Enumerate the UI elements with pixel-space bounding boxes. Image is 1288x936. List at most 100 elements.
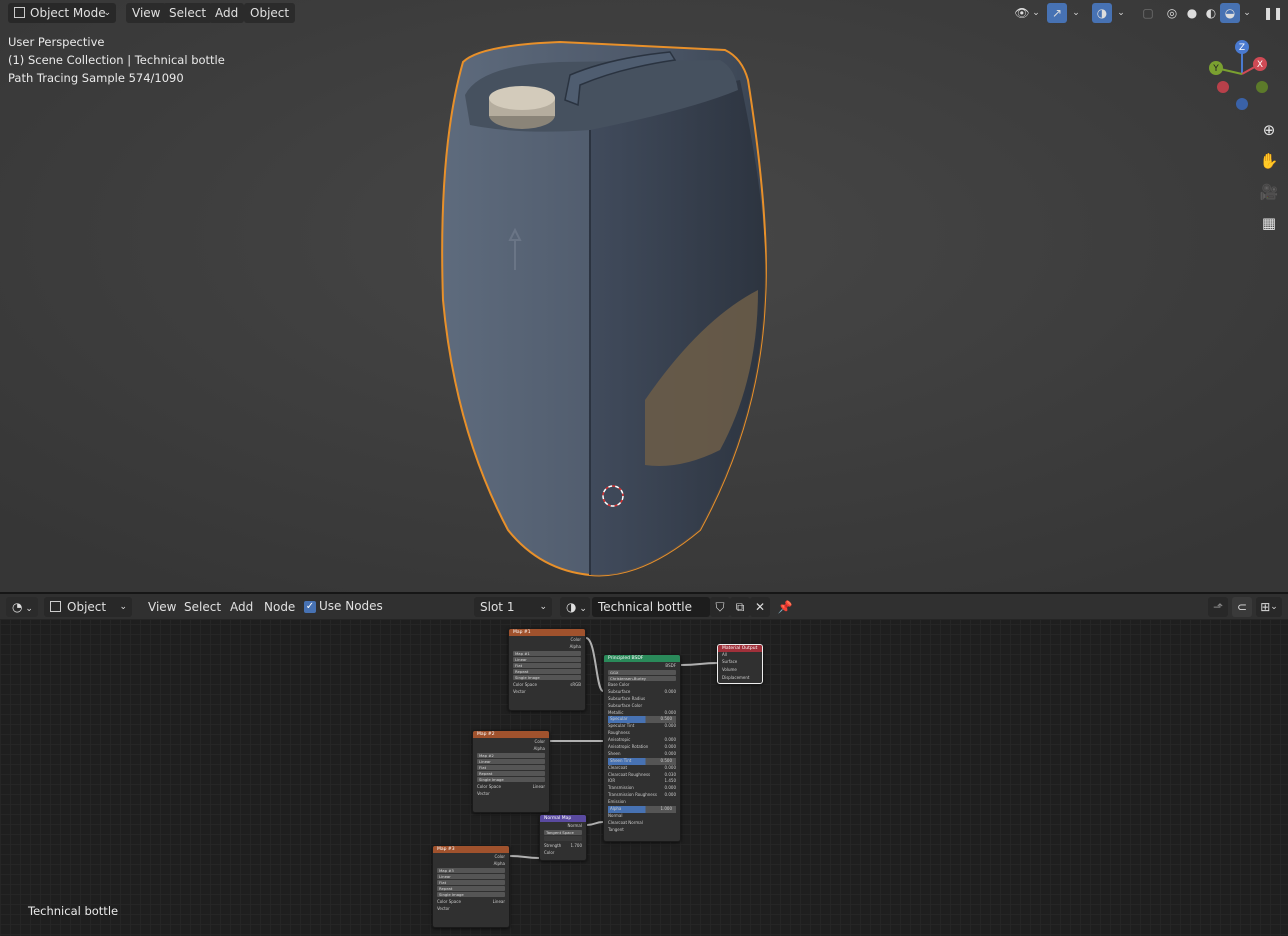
material-shading-icon[interactable]: ◐ (1201, 3, 1221, 23)
bsdf-input-value[interactable]: 0.000 (665, 744, 676, 751)
input-color[interactable]: Color (540, 849, 586, 856)
distribution-dropdown[interactable]: GGX (608, 670, 676, 675)
input-vector[interactable]: Vector (509, 688, 585, 695)
bsdf-input-row[interactable]: Tangent (604, 827, 680, 834)
camera-view-icon[interactable]: 🎥 (1255, 178, 1283, 206)
navigation-gizmo[interactable]: Z X Y (1202, 36, 1282, 116)
shader-node-editor[interactable]: ◔ ⌄ Object ⌄ View Select Add Node ✓ Use N… (0, 594, 1288, 936)
normal-map-node[interactable]: Normal Map Normal Tangent Space Strength… (539, 814, 587, 861)
output-color[interactable]: Color (433, 853, 509, 860)
output-alpha[interactable]: Alpha (433, 860, 509, 867)
bsdf-input-row[interactable]: Subsurface 0.000 (604, 689, 680, 696)
bsdf-input-value[interactable]: 0.000 (665, 689, 676, 696)
interpolation-dropdown[interactable]: Linear (513, 657, 581, 662)
image-texture-node-1[interactable]: Map #1 Color Alpha Map #1 Linear Flat Re… (508, 628, 586, 711)
zoom-icon[interactable]: ⊕ (1255, 116, 1283, 144)
bsdf-input-row[interactable]: Alpha 1.000 (608, 806, 676, 813)
image-field[interactable]: Map #3 (437, 868, 505, 873)
bsdf-input-value[interactable]: 1.000 (661, 806, 672, 813)
projection-dropdown[interactable]: Flat (513, 663, 581, 668)
bsdf-input-row[interactable]: Sheen 0.000 (604, 751, 680, 758)
source-dropdown[interactable]: Single Image (477, 777, 545, 782)
bsdf-input-value[interactable]: 0.000 (665, 792, 676, 799)
input-volume[interactable]: Volume (718, 666, 762, 674)
space-dropdown[interactable]: Tangent Space (544, 830, 582, 835)
wireframe-shading-icon[interactable]: ◎ (1162, 3, 1182, 23)
3d-viewport[interactable]: Object Mode ⌄ View Select Add Object 👁 ⌄ … (0, 0, 1288, 592)
bsdf-input-row[interactable]: Transmission 0.000 (604, 785, 680, 792)
technical-bottle-object[interactable] (0, 0, 1288, 592)
visibility-icon[interactable]: 👁 (1012, 3, 1032, 23)
bsdf-input-row[interactable]: Specular Tint 0.000 (604, 723, 680, 730)
xray-toggle-icon[interactable]: ▢ (1138, 3, 1158, 23)
uv-map-field[interactable] (544, 836, 582, 841)
bsdf-input-value[interactable]: 0.000 (665, 765, 676, 772)
pan-hand-icon[interactable]: ✋ (1255, 147, 1283, 175)
gizmo-toggle-icon[interactable]: ↗ (1047, 3, 1067, 23)
overlay-toggle-icon[interactable]: ◑ (1092, 3, 1112, 23)
projection-dropdown[interactable]: Flat (437, 880, 505, 885)
image-texture-node-2[interactable]: Map #2 Color Alpha Map #2 Linear Flat Re… (472, 730, 550, 813)
subsurface-method-dropdown[interactable]: Christensen-Burley (608, 676, 676, 681)
extension-dropdown[interactable]: Repeat (513, 669, 581, 674)
input-surface[interactable]: Surface (718, 658, 762, 666)
menu-select[interactable]: Select (163, 3, 213, 23)
bsdf-input-value[interactable]: 0.000 (665, 751, 676, 758)
bsdf-input-row[interactable]: Specular 0.500 (608, 716, 676, 724)
bsdf-input-value[interactable]: 1.450 (665, 778, 676, 785)
color-space-value[interactable]: sRGB (570, 681, 581, 688)
bsdf-input-value[interactable]: 0.500 (661, 716, 672, 723)
bsdf-input-row[interactable]: Clearcoat Normal (604, 820, 680, 827)
input-displacement[interactable]: Displacement (718, 674, 762, 682)
bsdf-input-row[interactable]: Subsurface Radius (604, 696, 680, 703)
bsdf-input-row[interactable]: Base Color (604, 682, 680, 689)
chevron-down-icon[interactable]: ⌄ (1114, 3, 1128, 23)
extension-dropdown[interactable]: Repeat (437, 886, 505, 891)
bsdf-input-value[interactable]: 0.500 (661, 758, 672, 765)
interpolation-dropdown[interactable]: Linear (437, 874, 505, 879)
output-bsdf[interactable]: BSDF (604, 662, 680, 669)
source-dropdown[interactable]: Single Image (437, 892, 505, 897)
bsdf-input-row[interactable]: Subsurface Color (604, 703, 680, 710)
input-vector[interactable]: Vector (433, 905, 509, 912)
bsdf-input-value[interactable]: 0.000 (665, 785, 676, 792)
image-field[interactable]: Map #2 (477, 753, 545, 758)
output-normal[interactable]: Normal (540, 822, 586, 829)
pause-render-icon[interactable]: ❚❚ (1263, 3, 1283, 23)
menu-object[interactable]: Object (244, 3, 296, 23)
source-dropdown[interactable]: Single Image (513, 675, 581, 680)
chevron-down-icon[interactable]: ⌄ (1069, 3, 1083, 23)
bsdf-input-row[interactable]: Metallic 0.000 (604, 710, 680, 717)
bsdf-input-row[interactable]: Clearcoat 0.000 (604, 765, 680, 772)
chevron-down-icon[interactable]: ⌄ (1240, 3, 1254, 23)
output-alpha[interactable]: Alpha (509, 643, 585, 650)
principled-bsdf-node[interactable]: Principled BSDF BSDF GGX Christensen-Bur… (603, 654, 681, 842)
bsdf-input-row[interactable]: Transmission Roughness 0.000 (604, 792, 680, 799)
bsdf-input-row[interactable]: Normal (604, 813, 680, 820)
image-texture-node-3[interactable]: Map #3 Color Alpha Map #3 Linear Flat Re… (432, 845, 510, 928)
menu-add[interactable]: Add (209, 3, 245, 23)
bsdf-input-row[interactable]: Clearcoat Roughness 0.030 (604, 772, 680, 779)
output-alpha[interactable]: Alpha (473, 745, 549, 752)
bsdf-input-value[interactable]: 0.000 (665, 737, 676, 744)
color-space-value[interactable]: Linear (493, 898, 505, 905)
chevron-down-icon[interactable]: ⌄ (1030, 3, 1042, 23)
output-color[interactable]: Color (509, 636, 585, 643)
bsdf-input-row[interactable]: Roughness (604, 730, 680, 737)
menu-view[interactable]: View (126, 3, 167, 23)
bsdf-input-row[interactable]: Anisotropic Rotation 0.000 (604, 744, 680, 751)
strength-value[interactable]: 1.700 (571, 842, 582, 849)
bsdf-input-row[interactable]: Sheen Tint 0.500 (608, 757, 676, 765)
bsdf-input-row[interactable]: Emission (604, 799, 680, 806)
interpolation-dropdown[interactable]: Linear (477, 759, 545, 764)
rendered-shading-icon[interactable]: ◒ (1220, 3, 1240, 23)
solid-shading-icon[interactable]: ● (1182, 3, 1202, 23)
orthographic-grid-icon[interactable]: ▦ (1255, 209, 1283, 237)
bsdf-input-value[interactable]: 0.000 (665, 723, 676, 730)
material-output-node[interactable]: Material Output All Surface Volume Displ… (717, 644, 763, 684)
extension-dropdown[interactable]: Repeat (477, 771, 545, 776)
bsdf-input-value[interactable]: 0.030 (665, 772, 676, 779)
color-space-value[interactable]: Linear (533, 783, 545, 790)
bsdf-input-row[interactable]: Anisotropic 0.000 (604, 737, 680, 744)
object-mode-dropdown[interactable]: Object Mode ⌄ (8, 3, 116, 23)
